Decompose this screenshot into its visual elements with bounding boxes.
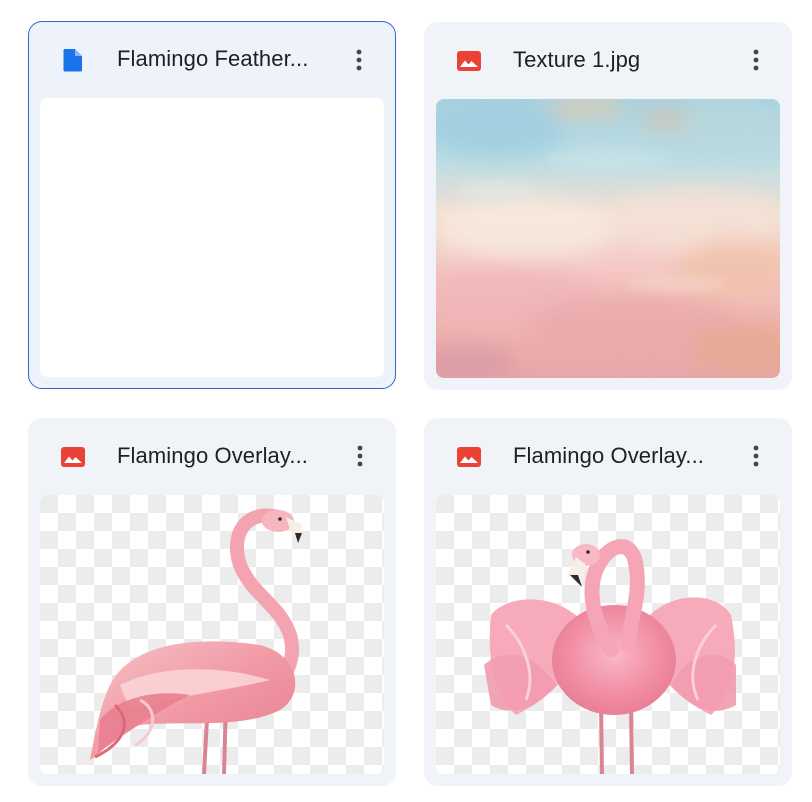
more-vert-icon (356, 49, 362, 71)
more-vert-icon (753, 445, 759, 467)
file-card[interactable]: Flamingo Overlay... (424, 418, 792, 786)
file-card-header: Flamingo Overlay... (28, 418, 396, 494)
image-icon (60, 444, 86, 470)
file-card-header: Flamingo Feather... (29, 22, 395, 98)
more-options-button[interactable] (343, 42, 375, 78)
image-icon (456, 444, 482, 470)
doc-icon (60, 47, 86, 73)
image-icon (456, 48, 482, 74)
flamingo-thumbnail (436, 495, 780, 774)
file-card[interactable]: Flamingo Feather... (28, 21, 396, 389)
file-name: Flamingo Feather... (117, 46, 309, 71)
more-options-button[interactable] (740, 42, 772, 78)
file-card-header: Flamingo Overlay... (424, 418, 792, 494)
file-card[interactable]: Texture 1.jpg (424, 22, 792, 390)
file-card[interactable]: Flamingo Overlay... (28, 418, 396, 786)
file-thumbnail-blank (40, 98, 384, 377)
texture-thumbnail (436, 99, 780, 378)
file-name: Texture 1.jpg (513, 47, 641, 72)
more-options-button[interactable] (740, 438, 772, 474)
more-vert-icon (753, 49, 759, 71)
flamingo-thumbnail (40, 495, 384, 774)
file-card-header: Texture 1.jpg (424, 22, 792, 98)
more-vert-icon (357, 445, 363, 467)
file-grid: Flamingo Feather... Texture 1.jpg Flamin… (0, 0, 812, 802)
more-options-button[interactable] (344, 438, 376, 474)
file-name: Flamingo Overlay... (513, 443, 704, 468)
file-name: Flamingo Overlay... (117, 443, 308, 468)
